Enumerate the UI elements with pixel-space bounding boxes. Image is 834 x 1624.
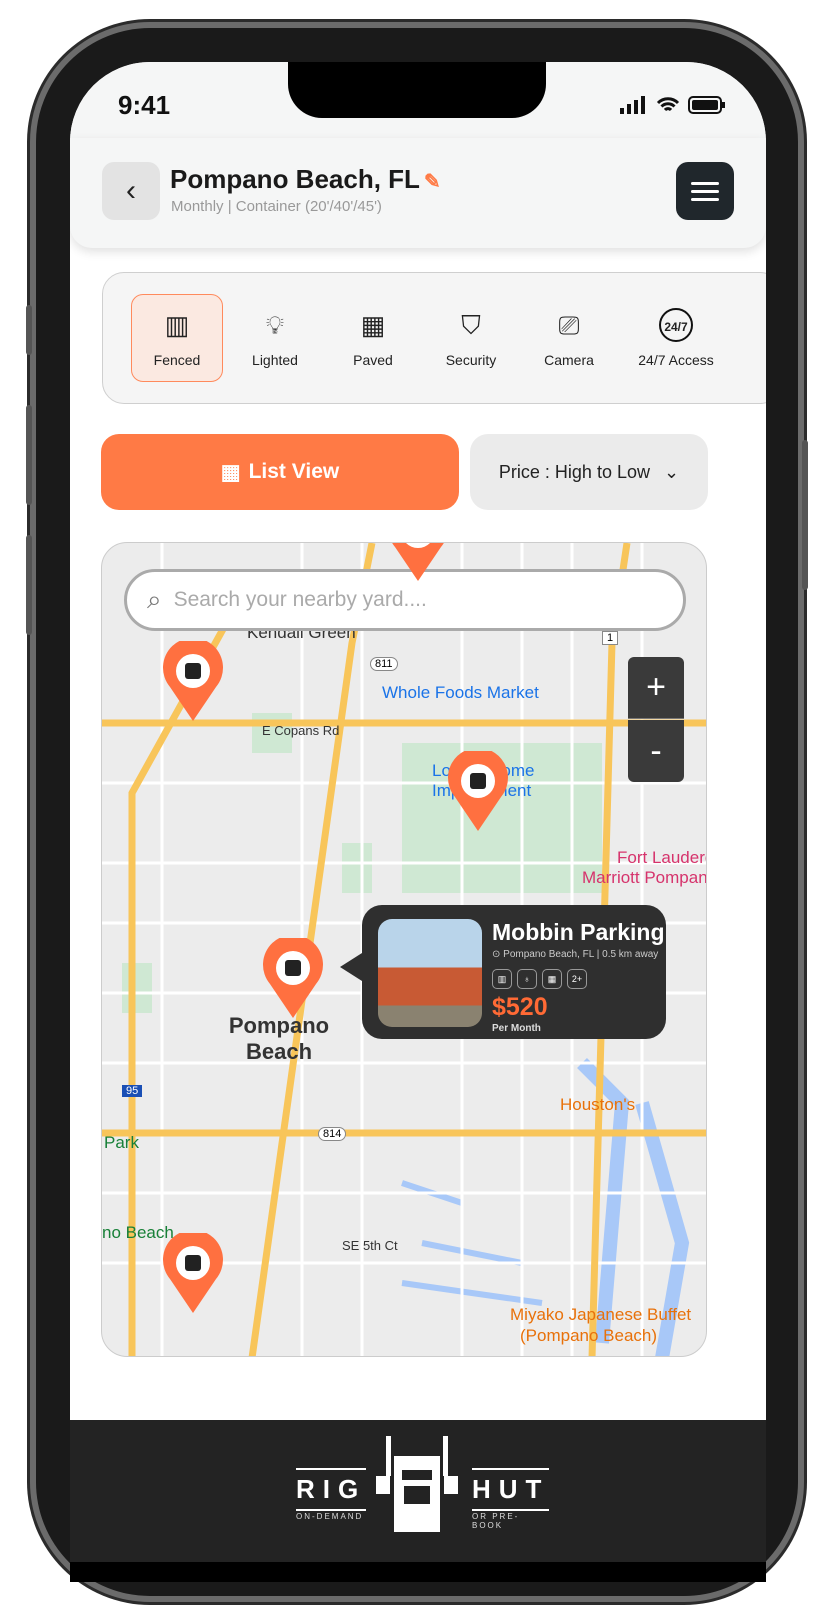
map-label: Houston's <box>560 1095 636 1114</box>
map-label: Marriott Pompano <box>582 868 707 887</box>
route-shield: 814 <box>318 1127 347 1141</box>
truck-pin-icon[interactable] <box>162 641 224 723</box>
listing-photo <box>378 919 482 1027</box>
amenity-lighted[interactable]: 💡︎ Lighted <box>229 294 321 382</box>
signal-icon <box>620 96 645 114</box>
truck-pin-icon[interactable] <box>447 751 509 833</box>
wifi-icon <box>656 97 680 112</box>
route-shield: 811 <box>370 657 398 671</box>
route-shield: 95 <box>122 1085 143 1097</box>
map-label: E Copans Rd <box>262 723 340 738</box>
zoom-out-button[interactable]: - <box>628 720 684 782</box>
map-label: Pompano Beach <box>228 1013 330 1064</box>
righut-logo: RIG HUT ON-DEMAND OR PRE-BOOK <box>296 1436 550 1532</box>
battery-icon <box>688 96 725 114</box>
status-time: 9:41 <box>118 90 171 120</box>
location-text: Pompano Beach, FL <box>503 949 594 960</box>
sort-label: Price : High to Low <box>498 461 650 482</box>
paving-icon: ▦ <box>360 310 386 340</box>
footer: RIG HUT ON-DEMAND OR PRE-BOOK <box>70 1420 766 1562</box>
listing-amenities: ▥ ♁ ▦ 2+ <box>492 969 587 989</box>
search-icon: ⌕ <box>147 584 162 614</box>
fence-icon: ▥ <box>164 310 190 340</box>
location-pin-icon: ⊙ <box>492 949 504 960</box>
sort-dropdown[interactable]: Price : High to Low ⌄ <box>470 434 708 510</box>
amenity-filter-bar: ▥ Fenced 💡︎ Lighted ▦ Paved ⛉ Security ⎚ Came… <box>102 272 766 404</box>
logo-text-right: HUT <box>472 1468 550 1511</box>
chevron-down-icon: ⌄ <box>663 461 680 482</box>
list-view-label: List View <box>248 460 340 483</box>
logo-tagline-left: ON-DEMAND <box>296 1512 364 1521</box>
page-subtitle: Monthly | Container (20'/40'/45') <box>171 198 382 215</box>
amenity-24-7-access[interactable]: 24/7 24/7 Access <box>621 294 731 382</box>
bulb-icon: ♁ <box>517 969 537 989</box>
list-view-button[interactable]: ▦ List View <box>101 434 459 510</box>
amenity-paved[interactable]: ▦ Paved <box>327 294 419 382</box>
listing-card[interactable]: Mobbin Parking ⊙ Pompano Beach, FL | 0.5… <box>340 905 666 1039</box>
zoom-in-button[interactable]: + <box>628 657 684 719</box>
truck-logo-icon <box>376 1436 458 1532</box>
clock-24-7-icon: 24/7 <box>659 308 693 342</box>
more-amenities-badge: 2+ <box>567 969 587 989</box>
menu-button[interactable] <box>676 162 734 220</box>
map-label: Whole Foods Market <box>382 683 539 702</box>
listing-location: ⊙ Pompano Beach, FL | 0.5 km away <box>492 949 658 960</box>
truck-pin-icon[interactable] <box>387 542 449 583</box>
volume-up-button <box>26 405 32 505</box>
price-period: Per Month <box>492 1023 541 1034</box>
truck-pin-icon[interactable] <box>162 1233 224 1315</box>
map-label: SE 5th Ct <box>342 1238 398 1253</box>
search-placeholder: Search your nearby yard.... <box>173 588 427 611</box>
amenity-label: Fenced <box>153 352 201 368</box>
amenity-fenced[interactable]: ▥ Fenced <box>131 294 223 382</box>
cctv-icon: ⎚ <box>558 310 580 340</box>
chevron-left-icon: ‹ <box>126 174 136 207</box>
map-label: (Pompano Beach) <box>520 1326 658 1345</box>
page-title: Pompano Beach, FL ✎ <box>170 164 441 195</box>
logo-tagline-right: OR PRE-BOOK <box>472 1512 520 1530</box>
edit-icon[interactable]: ✎ <box>424 171 441 193</box>
screen: 9:41 ‹ Pompano Beach, FL ✎ Monthly | Cont… <box>70 62 766 1562</box>
fence-icon: ▥ <box>492 969 512 989</box>
paving-icon: ▦ <box>542 969 562 989</box>
notch <box>288 62 546 118</box>
map[interactable]: Kendall Green Whole Foods Market E Copan… <box>101 542 707 1357</box>
logo-text-left: RIG <box>296 1468 367 1511</box>
power-button <box>802 440 808 590</box>
title-text: Pompano Beach, FL <box>170 164 420 194</box>
amenity-label: 24/7 Access <box>638 352 714 368</box>
map-label: Park <box>104 1133 139 1152</box>
listing-name: Mobbin Parking <box>492 919 665 945</box>
mute-switch <box>26 305 32 355</box>
route-shield: 1 <box>602 631 619 645</box>
truck-pin-icon[interactable] <box>262 938 324 1020</box>
shield-check-icon: ⛉ <box>461 310 481 340</box>
distance-text: | 0.5 km away <box>596 949 659 960</box>
listing-price: $520 <box>492 993 548 1021</box>
volume-down-button <box>26 535 32 635</box>
amenity-label: Security <box>445 352 497 368</box>
header: ‹ Pompano Beach, FL ✎ Monthly | Container… <box>70 138 766 248</box>
table-icon: ▦ <box>220 460 241 484</box>
bulb-icon: 💡︎ <box>265 310 285 340</box>
amenity-label: Camera <box>544 352 594 368</box>
screen-bottom-edge <box>70 1562 766 1582</box>
amenity-label: Paved <box>353 352 393 368</box>
amenity-security[interactable]: ⛉ Security <box>425 294 517 382</box>
amenity-camera[interactable]: ⎚ Camera <box>523 294 615 382</box>
back-button[interactable]: ‹ <box>102 162 160 220</box>
map-label: Fort Lauderdale <box>617 848 706 867</box>
amenity-label: Lighted <box>252 352 298 368</box>
map-label: Miyako Japanese Buffet <box>510 1305 692 1324</box>
